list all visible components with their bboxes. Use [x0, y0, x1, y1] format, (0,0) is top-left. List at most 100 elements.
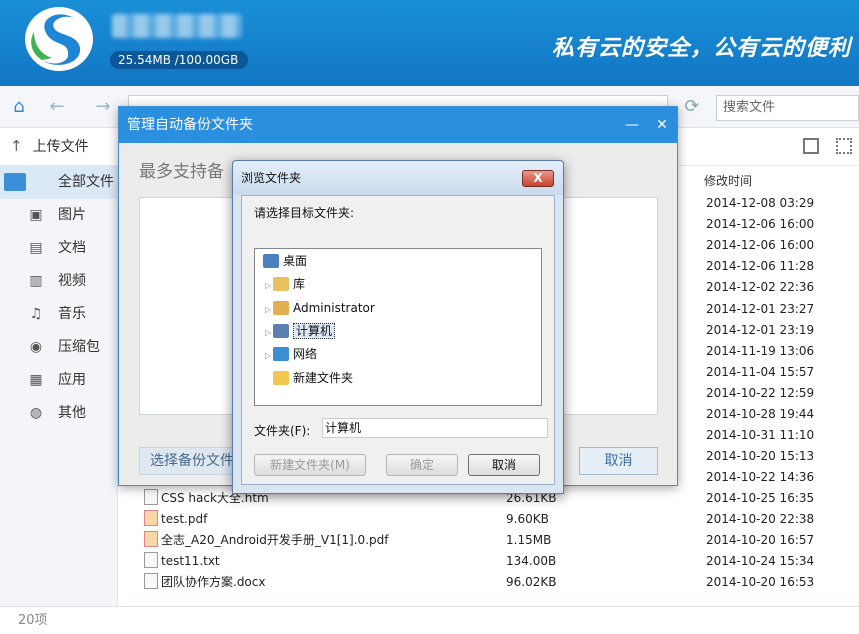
tree-node[interactable]: 新建文件夹 — [265, 368, 353, 388]
browse-folder-dialog: 浏览文件夹 X 请选择目标文件夹: 桌面 ▷ 库 ▷ Administrator ▷ 计算机… — [232, 160, 564, 494]
grid-view-icon[interactable] — [836, 138, 852, 154]
computer-icon — [273, 323, 289, 338]
table-row[interactable]: test.pdf 9.60KB 2014-10-20 22:38 — [138, 509, 859, 530]
tree-node[interactable]: 桌面 — [263, 251, 307, 271]
close-icon[interactable]: ✕ — [647, 107, 677, 143]
network-icon — [273, 347, 289, 362]
archive-icon: ◉ — [29, 339, 43, 355]
file-icon — [144, 489, 158, 505]
home-icon[interactable]: ⌂ — [8, 96, 30, 118]
file-date: 2014-10-20 15:13 — [706, 449, 815, 464]
tree-node-label: 桌面 — [283, 254, 308, 268]
expand-arrow-icon[interactable]: ▷ — [265, 300, 273, 320]
slogan: 私有云的安全，公有云的便利 — [551, 35, 851, 61]
file-date: 2014-12-06 11:28 — [706, 259, 815, 274]
file-date: 2014-10-28 19:44 — [706, 407, 815, 421]
sidebar-item-label: 其他 — [58, 405, 86, 421]
tree-node-label: 网络 — [293, 347, 318, 362]
cancel-button[interactable]: 取消 — [468, 454, 540, 476]
table-row[interactable]: 团队协作方案.docx 96.02KB 2014-10-20 16:53 — [138, 572, 859, 593]
choose-backup-folder-button[interactable]: 选择备份文件 — [139, 447, 247, 475]
sidebar-item[interactable]: ▤ 文档 — [0, 232, 117, 265]
select-folder-prompt: 请选择目标文件夹: — [254, 206, 355, 220]
file-date: 2014-11-04 15:57 — [706, 364, 815, 379]
forward-arrow-icon[interactable]: → — [92, 96, 114, 118]
user-folder-icon — [273, 300, 289, 315]
app-logo — [25, 7, 93, 71]
list-view-icon[interactable] — [803, 138, 819, 154]
file-name: 团队协作方案.docx — [144, 572, 265, 593]
file-name-text: test.pdf — [161, 512, 208, 527]
file-date: 2014-10-22 14:36 — [706, 470, 815, 485]
file-date: 2014-12-02 22:36 — [706, 280, 815, 295]
expand-arrow-icon[interactable]: ▷ — [265, 276, 273, 296]
browse-dialog-title: 浏览文件夹 — [233, 161, 563, 195]
tree-node-label: 计算机 — [293, 322, 336, 339]
folder-label: 文件夹(F): — [254, 424, 311, 438]
library-icon — [273, 277, 289, 292]
backup-cancel-button[interactable]: 取消 — [579, 447, 658, 475]
file-name-text: 团队协作方案.docx — [161, 575, 266, 590]
folder-icon — [273, 370, 289, 385]
sidebar-item[interactable]: ▣ 图片 — [0, 199, 117, 232]
file-date: 2014-10-31 11:10 — [706, 428, 815, 443]
pdf-file-icon — [144, 531, 158, 548]
tree-node[interactable]: ▷ Administrator — [265, 298, 375, 318]
file-size: 96.02KB — [506, 575, 557, 590]
tree-node-label: 新建文件夹 — [293, 370, 354, 385]
file-date: 2014-10-20 16:57 — [706, 533, 815, 548]
file-date: 2014-12-01 23:27 — [706, 301, 815, 316]
tree-node[interactable]: ▷ 计算机 — [265, 321, 336, 343]
video-icon: ▥ — [29, 273, 43, 289]
sidebar-item[interactable]: ◉ 压缩包 — [0, 331, 117, 364]
tree-node[interactable]: ▷ 库 — [265, 274, 305, 294]
sidebar-item[interactable]: ◍ 其他 — [0, 397, 117, 430]
folder-field[interactable]: 计算机 — [322, 418, 548, 438]
date-column-header[interactable]: 修改时间 — [704, 172, 752, 189]
sidebar-item[interactable]: ♫ 音乐 — [0, 298, 117, 331]
table-row[interactable]: test11.txt 134.00B 2014-10-24 15:34 — [138, 551, 859, 572]
user-name — [112, 14, 242, 38]
close-button[interactable]: X — [522, 170, 554, 187]
expand-arrow-icon[interactable]: ▷ — [265, 323, 273, 343]
music-icon: ♫ — [29, 306, 43, 322]
sidebar-item[interactable]: 全部文件 — [0, 166, 117, 199]
document-icon: ▤ — [29, 240, 43, 256]
sidebar-item-label: 全部文件 — [58, 174, 114, 190]
sidebar-item[interactable]: ▦ 应用 — [0, 364, 117, 397]
file-size: 134.00B — [506, 554, 557, 569]
upload-arrow-icon: ↑ — [10, 137, 23, 155]
back-arrow-icon[interactable]: ← — [46, 96, 68, 118]
sidebar-item-label: 音乐 — [58, 306, 86, 322]
sidebar: 全部文件 ▣ 图片 ▤ 文档 ▥ 视频 ♫ 音乐 ◉ 压缩包 ▦ 应用 ◍ 其他 — [0, 166, 118, 606]
upload-button[interactable]: ↑ 上传文件 — [10, 136, 89, 156]
backup-dialog-title: 管理自动备份文件夹 — [127, 117, 253, 133]
pdf-file-icon — [144, 510, 158, 527]
folder-tree[interactable]: 桌面 ▷ 库 ▷ Administrator ▷ 计算机 ▷ 网络 新建文件夹 — [254, 248, 542, 406]
sidebar-item-label: 应用 — [58, 372, 86, 388]
item-count: 20项 — [0, 606, 859, 634]
file-date: 2014-12-06 16:00 — [706, 238, 815, 253]
new-folder-button[interactable]: 新建文件夹(M) — [254, 454, 366, 476]
expand-arrow-icon[interactable]: ▷ — [265, 346, 273, 366]
file-name: test.pdf — [144, 509, 207, 530]
refresh-icon[interactable]: ⟳ — [680, 95, 704, 119]
file-icon — [144, 552, 158, 569]
file-icon — [144, 573, 158, 590]
minimize-icon[interactable]: — — [617, 107, 647, 143]
file-date: 2014-10-20 16:53 — [706, 575, 815, 590]
search-input[interactable]: 搜索文件 — [716, 95, 859, 121]
tree-node[interactable]: ▷ 网络 — [265, 344, 317, 364]
file-date: 2014-10-20 22:38 — [706, 512, 815, 527]
upload-label: 上传文件 — [32, 139, 89, 155]
file-size: 1.15MB — [506, 533, 552, 548]
sidebar-item[interactable]: ▥ 视频 — [0, 265, 117, 298]
sidebar-item-label: 压缩包 — [58, 339, 100, 355]
sidebar-item-label: 图片 — [58, 207, 86, 223]
ok-button[interactable]: 确定 — [386, 454, 458, 476]
file-date: 2014-10-25 16:35 — [706, 491, 815, 505]
storage-quota: 25.54MB /100.00GB — [110, 51, 248, 69]
table-row[interactable]: 全志_A20_Android开发手册_V1[1].0.pdf 1.15MB 2014… — [138, 530, 859, 551]
apps-icon: ▦ — [29, 372, 43, 388]
sidebar-item-label: 文档 — [58, 240, 86, 256]
